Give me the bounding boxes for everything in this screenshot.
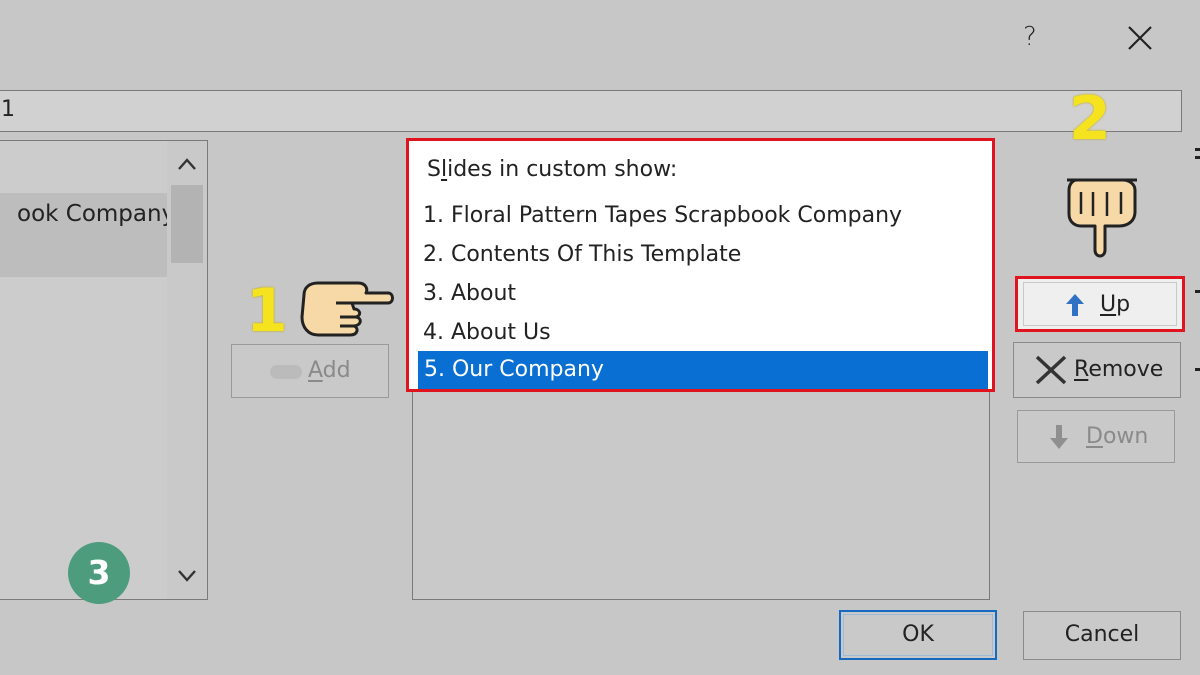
add-button-mnemonic: A (308, 358, 323, 383)
close-button[interactable] (1124, 24, 1156, 52)
custom-show-list-highlight: Slides in custom show: 1. Floral Pattern… (406, 138, 995, 392)
up-button[interactable]: Up (1023, 282, 1177, 326)
add-button[interactable]: Add (231, 344, 389, 398)
step-1-label: 1 (246, 276, 288, 346)
list-item[interactable]: 4. About Us (417, 314, 989, 352)
list-item[interactable]: 1. Floral Pattern Tapes Scrapbook Compan… (417, 197, 989, 235)
help-button[interactable]: ? (1023, 24, 1037, 50)
down-button[interactable]: Down (1017, 410, 1175, 463)
list-item-label: ook Company (17, 201, 176, 227)
close-x-icon (1128, 26, 1152, 50)
cancel-button[interactable]: Cancel (1023, 611, 1181, 660)
add-button-label: dd (322, 358, 351, 383)
scrollbar-thumb[interactable] (171, 185, 203, 263)
ok-button[interactable]: OK (839, 610, 997, 660)
pointing-right-hand-icon (300, 281, 394, 337)
arrow-down-icon (1050, 425, 1068, 449)
left-list-scrollbar[interactable] (167, 141, 207, 599)
slides-in-custom-show-caption: Slides in custom show: (427, 157, 678, 182)
pointing-down-hand-icon (1067, 178, 1137, 258)
x-icon (1035, 355, 1067, 385)
slides-in-presentation-list[interactable]: ook Company (0, 140, 208, 600)
arrow-up-icon (1066, 294, 1084, 316)
chevron-down-icon[interactable] (175, 567, 199, 585)
slide-show-name-input[interactable]: 1 (0, 90, 1182, 132)
step-3-badge: 3 (68, 542, 130, 604)
custom-show-dialog: ? 1 ook Company 3 Add 1 Slides in custom… (0, 0, 1200, 675)
list-item[interactable]: 2. Contents Of This Template (417, 236, 989, 274)
add-arrow-icon (270, 365, 302, 379)
list-item-selected[interactable]: 5. Our Company (418, 351, 988, 389)
list-item[interactable]: 3. About (417, 275, 989, 313)
edge-decoration (1195, 148, 1200, 371)
remove-button[interactable]: Remove (1013, 342, 1181, 398)
chevron-up-icon[interactable] (175, 155, 199, 173)
step-2-label: 2 (1069, 84, 1111, 154)
